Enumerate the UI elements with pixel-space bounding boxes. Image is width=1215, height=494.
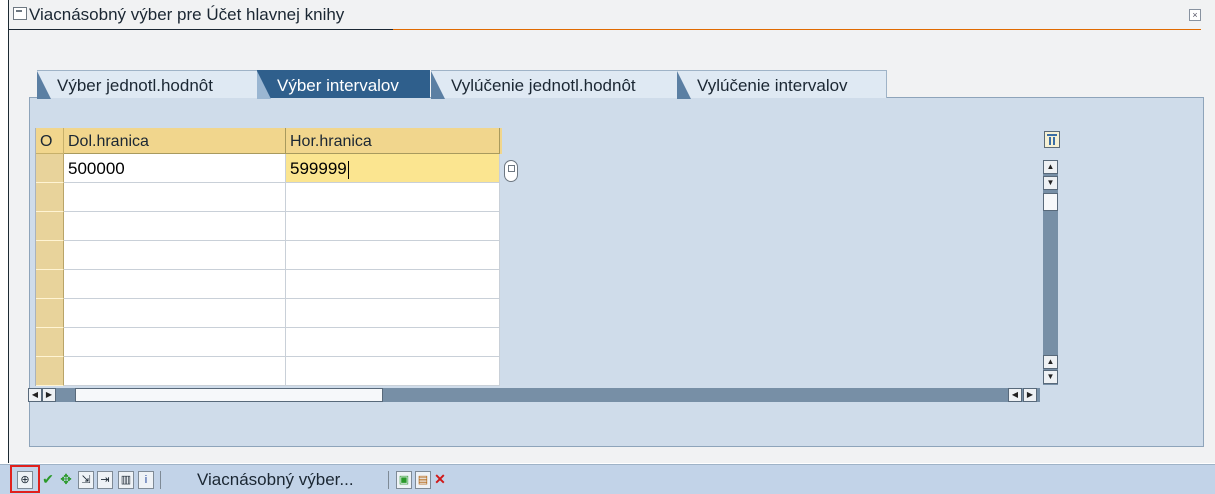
check-icon[interactable]: ✔ bbox=[40, 470, 56, 488]
import-file-icon[interactable]: ⇲ bbox=[78, 471, 94, 489]
tab-label: Vylúčenie jednotl.hodnôt bbox=[451, 76, 636, 95]
upper-bound-input[interactable] bbox=[286, 328, 500, 357]
copy-icon[interactable]: ▤ bbox=[415, 471, 431, 489]
tab-intervals[interactable]: Výber intervalov bbox=[257, 70, 430, 99]
tab-label: Vylúčenie intervalov bbox=[697, 76, 848, 95]
vertical-scrollbar[interactable]: ▲ ▼ ▲ ▼ bbox=[1043, 160, 1058, 385]
delete-icon[interactable]: ▥ bbox=[118, 471, 134, 489]
upper-bound-input[interactable] bbox=[286, 241, 500, 270]
title-accent-line bbox=[393, 29, 1201, 30]
upper-bound-input[interactable] bbox=[286, 270, 500, 299]
dialog-title: Viacnásobný výber pre Účet hlavnej knihy bbox=[29, 5, 345, 24]
scroll-down-icon[interactable]: ▲ bbox=[1043, 355, 1058, 369]
row-selector[interactable] bbox=[36, 183, 64, 212]
lower-bound-input[interactable]: 500000 bbox=[64, 154, 286, 183]
interval-table: O Dol.hranica Hor.hranica 500000 599999 bbox=[35, 128, 502, 386]
toolbar-separator bbox=[388, 471, 389, 489]
scroll-page-right-icon[interactable]: ▶ bbox=[1023, 388, 1037, 402]
table-row bbox=[36, 357, 502, 386]
table-settings-icon[interactable] bbox=[1044, 131, 1060, 148]
table-row bbox=[36, 241, 502, 270]
paste-icon[interactable]: ▣ bbox=[396, 471, 412, 489]
lower-bound-input[interactable] bbox=[64, 328, 286, 357]
lower-bound-input[interactable] bbox=[64, 241, 286, 270]
window-icon bbox=[13, 7, 27, 20]
column-header-upper-bound[interactable]: Hor.hranica bbox=[286, 128, 500, 154]
vertical-scroll-thumb[interactable] bbox=[1043, 193, 1058, 211]
table-row bbox=[36, 270, 502, 299]
horizontal-scroll-thumb[interactable] bbox=[75, 388, 383, 402]
tab-exclude-intervals[interactable]: Vylúčenie intervalov bbox=[677, 70, 887, 99]
scroll-right-icon[interactable]: ▶ bbox=[42, 388, 56, 402]
insert-line-icon[interactable]: ✥ bbox=[58, 470, 74, 488]
upper-bound-value: 599999 bbox=[290, 159, 347, 178]
table-row bbox=[36, 299, 502, 328]
row-selector[interactable] bbox=[36, 357, 64, 386]
upper-bound-input[interactable] bbox=[286, 299, 500, 328]
info-icon[interactable]: i bbox=[138, 471, 154, 489]
upper-bound-input[interactable] bbox=[286, 212, 500, 241]
upper-bound-input[interactable]: 599999 bbox=[286, 154, 500, 183]
table-row bbox=[36, 212, 502, 241]
row-selector[interactable] bbox=[36, 270, 64, 299]
upper-bound-input[interactable] bbox=[286, 183, 500, 212]
lower-bound-input[interactable] bbox=[64, 299, 286, 328]
row-selector[interactable] bbox=[36, 154, 64, 183]
horizontal-scrollbar[interactable]: ◀ ▶ ◀ ▶ bbox=[28, 388, 1040, 402]
bottom-toolbar: ⊕ ✔ ✥ ⇲ ⇥ ▥ i Viacnásobný výber... ▣ ▤ ✕ bbox=[0, 464, 1215, 494]
tab-single-values[interactable]: Výber jednotl.hodnôt bbox=[37, 70, 261, 99]
upper-bound-input[interactable] bbox=[286, 357, 500, 386]
multiple-selection-button[interactable]: Viacnásobný výber... bbox=[197, 468, 354, 492]
row-selector[interactable] bbox=[36, 328, 64, 357]
upload-clipboard-icon[interactable]: ⇥ bbox=[97, 471, 113, 489]
close-icon[interactable]: × bbox=[1189, 9, 1201, 21]
row-selector[interactable] bbox=[36, 212, 64, 241]
table-row bbox=[36, 328, 502, 357]
value-help-icon[interactable] bbox=[504, 160, 518, 182]
execute-icon[interactable]: ⊕ bbox=[17, 471, 33, 489]
row-selector[interactable] bbox=[36, 299, 64, 328]
scroll-up-icon[interactable]: ▼ bbox=[1043, 176, 1058, 190]
table-header: O Dol.hranica Hor.hranica bbox=[36, 128, 502, 154]
scroll-bottom-icon[interactable]: ▼ bbox=[1043, 370, 1058, 384]
tab-exclude-single-values[interactable]: Vylúčenie jednotl.hodnôt bbox=[431, 70, 678, 99]
column-header-lower-bound[interactable]: Dol.hranica bbox=[64, 128, 286, 154]
scroll-left-icon[interactable]: ◀ bbox=[28, 388, 42, 402]
lower-bound-input[interactable] bbox=[64, 270, 286, 299]
lower-bound-input[interactable] bbox=[64, 357, 286, 386]
dialog-title-bar: Viacnásobný výber pre Účet hlavnej knihy… bbox=[9, 4, 1215, 30]
column-header-option[interactable]: O bbox=[36, 128, 64, 154]
scroll-top-icon[interactable]: ▲ bbox=[1043, 160, 1058, 174]
title-underline bbox=[9, 29, 393, 30]
table-row: 500000 599999 bbox=[36, 154, 502, 183]
toolbar-separator bbox=[160, 471, 161, 489]
scroll-page-left-icon[interactable]: ◀ bbox=[1008, 388, 1022, 402]
lower-bound-input[interactable] bbox=[64, 183, 286, 212]
row-selector[interactable] bbox=[36, 241, 64, 270]
lower-bound-input[interactable] bbox=[64, 212, 286, 241]
cancel-icon[interactable]: ✕ bbox=[432, 470, 448, 488]
selection-dialog: Viacnásobný výber pre Účet hlavnej knihy… bbox=[8, 0, 1215, 463]
table-row bbox=[36, 183, 502, 212]
text-cursor bbox=[347, 160, 349, 179]
tab-label: Výber intervalov bbox=[277, 76, 399, 95]
tab-label: Výber jednotl.hodnôt bbox=[57, 76, 213, 95]
